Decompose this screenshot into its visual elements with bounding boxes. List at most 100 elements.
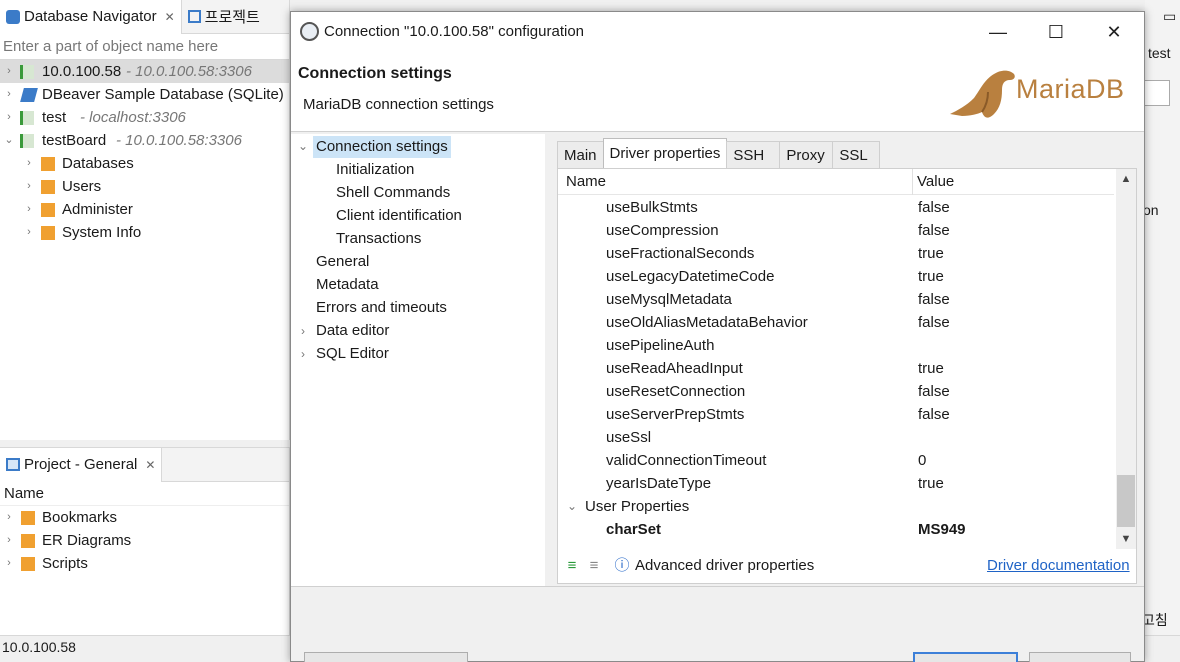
tree-general[interactable]: General [316, 251, 369, 273]
tree-item-system-info[interactable]: › System Info [0, 221, 289, 244]
table-row[interactable]: yearIsDateType true [558, 472, 1114, 495]
maximize-button[interactable]: ☐ [1027, 12, 1085, 52]
column-value-header[interactable]: Value [917, 173, 954, 190]
tab-ssh[interactable]: SSH [726, 141, 781, 168]
tab-ssl[interactable]: SSL [832, 141, 881, 168]
table-row[interactable]: useServerPrepStmts false [558, 403, 1114, 426]
table-row[interactable]: useMysqlMetadata false [558, 288, 1114, 311]
tree-connection-settings[interactable]: Connection settings [313, 136, 451, 158]
cancel-button[interactable] [1029, 652, 1131, 662]
chevron-right-icon[interactable]: › [3, 83, 15, 106]
minimize-button[interactable]: — [969, 12, 1027, 52]
add-property-icon[interactable]: ≡ [564, 558, 580, 574]
tree-item-databases[interactable]: › Databases [0, 152, 289, 175]
tree-item-administer[interactable]: › Administer [0, 198, 289, 221]
tree-initialization[interactable]: Initialization [336, 159, 414, 181]
tree-item-connection[interactable]: › test - localhost:3306 [0, 106, 289, 129]
tree-data-editor[interactable]: Data editor [316, 320, 389, 342]
tab-driver-properties[interactable]: Driver properties [602, 138, 728, 168]
chevron-right-icon[interactable]: › [23, 152, 35, 175]
table-row[interactable]: charSet MS949 [558, 518, 1114, 541]
navigator-search-input[interactable]: Enter a part of object name here [0, 34, 289, 60]
property-name: validConnectionTimeout [606, 452, 767, 469]
column-separator[interactable] [912, 169, 913, 195]
property-value[interactable]: true [918, 472, 944, 495]
tree-item-label: System Info [62, 224, 142, 241]
refresh-button-label[interactable]: 고침 [1142, 610, 1168, 630]
tree-errors-timeouts[interactable]: Errors and timeouts [316, 297, 447, 319]
property-value[interactable]: false [918, 288, 950, 311]
table-row[interactable]: useLegacyDatetimeCode true [558, 265, 1114, 288]
property-value[interactable]: false [918, 311, 950, 334]
settings-tabs: Main Driver properties SSH Proxy SSL [557, 138, 881, 168]
group-row-user-properties[interactable]: ⌄ User Properties [558, 495, 1114, 518]
chevron-right-icon[interactable]: › [3, 60, 15, 83]
maximize-icon[interactable]: ▭ [1163, 8, 1176, 25]
chevron-right-icon[interactable]: › [297, 347, 309, 361]
scroll-down-icon[interactable]: ▼ [1116, 529, 1136, 549]
tree-item-bookmarks[interactable]: › Bookmarks [0, 506, 289, 529]
chevron-right-icon[interactable]: › [23, 221, 35, 244]
vertical-scrollbar[interactable]: ▲ ▼ [1116, 169, 1136, 549]
property-value[interactable]: false [918, 196, 950, 219]
tab-projects[interactable]: 프로젝트 [182, 0, 266, 34]
table-row[interactable]: useBulkStmts false [558, 196, 1114, 219]
property-value[interactable]: true [918, 265, 944, 288]
tree-item-scripts[interactable]: › Scripts [0, 552, 289, 575]
tree-item-er-diagrams[interactable]: › ER Diagrams [0, 529, 289, 552]
scroll-up-icon[interactable]: ▲ [1116, 169, 1136, 189]
table-row[interactable]: useCompression false [558, 219, 1114, 242]
chevron-right-icon[interactable]: › [3, 529, 15, 552]
table-row[interactable]: useSsl [558, 426, 1114, 449]
chevron-down-icon[interactable]: ⌄ [297, 139, 309, 153]
tree-sql-editor[interactable]: SQL Editor [316, 343, 389, 365]
tree-item-label: Bookmarks [42, 509, 118, 526]
tree-transactions[interactable]: Transactions [336, 228, 421, 250]
close-icon[interactable]: ✕ [165, 10, 175, 24]
table-row[interactable]: validConnectionTimeout 0 [558, 449, 1114, 472]
table-row[interactable]: useFractionalSeconds true [558, 242, 1114, 265]
grid-footer: ≡ ≡ ⓘ Advanced driver properties Driver … [558, 549, 1136, 583]
driver-documentation-link[interactable]: Driver documentation [987, 557, 1130, 574]
chevron-down-icon[interactable]: ⌄ [3, 129, 15, 152]
tab-main[interactable]: Main [557, 141, 604, 168]
column-name-header[interactable]: Name [566, 173, 606, 190]
tree-metadata[interactable]: Metadata [316, 274, 379, 296]
table-row[interactable]: useResetConnection false [558, 380, 1114, 403]
remove-property-icon[interactable]: ≡ [586, 558, 602, 574]
chevron-down-icon[interactable]: ⌄ [566, 495, 578, 518]
property-value[interactable]: true [918, 242, 944, 265]
test-connection-button[interactable] [304, 652, 468, 662]
property-value[interactable]: MS949 [918, 518, 966, 541]
property-value[interactable]: false [918, 219, 950, 242]
tree-shell-commands[interactable]: Shell Commands [336, 182, 450, 204]
dbeaver-icon [300, 22, 319, 41]
tree-item-users[interactable]: › Users [0, 175, 289, 198]
tab-database-navigator[interactable]: Database Navigator ✕ [0, 0, 182, 34]
chevron-right-icon[interactable]: › [23, 198, 35, 221]
chevron-right-icon[interactable]: › [3, 506, 15, 529]
property-value[interactable]: false [918, 380, 950, 403]
chevron-right-icon[interactable]: › [3, 552, 15, 575]
tree-client-identification[interactable]: Client identification [336, 205, 462, 227]
scrollbar-thumb[interactable] [1117, 475, 1135, 527]
close-button[interactable]: ✕ [1085, 12, 1143, 52]
property-value[interactable]: false [918, 403, 950, 426]
table-row[interactable]: useOldAliasMetadataBehavior false [558, 311, 1114, 334]
settings-tree: ⌄ Connection settings Initialization She… [291, 134, 545, 586]
table-row[interactable]: useReadAheadInput true [558, 357, 1114, 380]
chevron-right-icon[interactable]: › [23, 175, 35, 198]
property-value[interactable]: true [918, 357, 944, 380]
chevron-right-icon[interactable]: › [297, 324, 309, 338]
chevron-right-icon[interactable]: › [3, 106, 15, 129]
close-icon[interactable]: ✕ [145, 458, 155, 472]
background-input [1145, 80, 1170, 106]
tab-project-general[interactable]: Project - General ✕ [0, 447, 163, 482]
tree-item-connection[interactable]: › 10.0.100.58 - 10.0.100.58:3306 [0, 60, 289, 83]
tree-item-connection[interactable]: ⌄ testBoard - 10.0.100.58:3306 [0, 129, 289, 152]
property-value[interactable]: 0 [918, 449, 926, 472]
table-row[interactable]: usePipelineAuth [558, 334, 1114, 357]
ok-button[interactable] [913, 652, 1018, 662]
tree-item-connection[interactable]: › DBeaver Sample Database (SQLite) [0, 83, 289, 106]
tab-proxy[interactable]: Proxy [779, 141, 834, 168]
